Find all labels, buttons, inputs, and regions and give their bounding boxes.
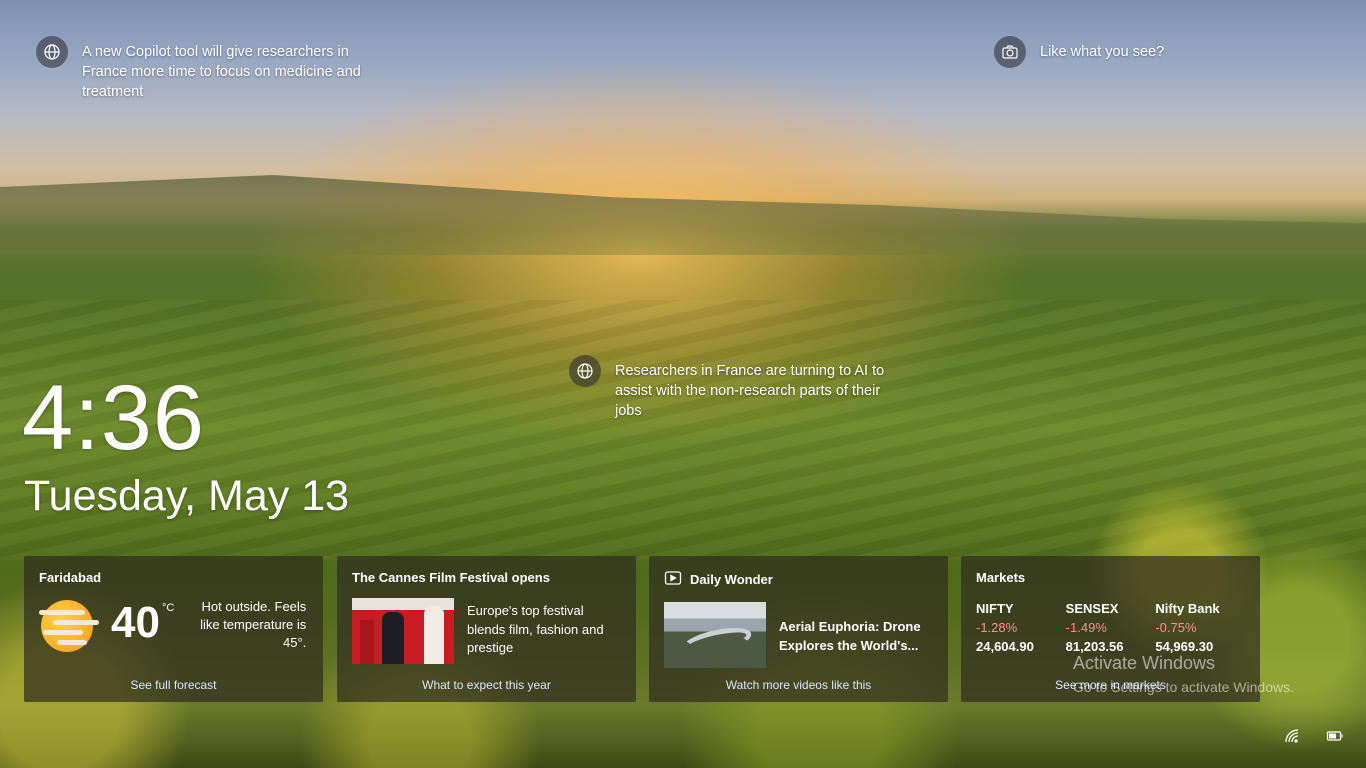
temperature-unit: °C [161, 602, 175, 614]
spotlight-top-left[interactable]: A new Copilot tool will give researchers… [36, 36, 372, 102]
news-summary: Europe's top festival blends film, fashi… [467, 603, 604, 655]
news-card[interactable]: The Cannes Film Festival opens Europe's … [337, 556, 636, 702]
daily-wonder-title: Daily Wonder [690, 572, 773, 587]
market-name: SENSEX [1065, 601, 1119, 616]
markets-card[interactable]: Markets NIFTY -1.28% 24,604.90 SENSEX -1… [961, 556, 1260, 702]
camera-icon [994, 36, 1026, 68]
globe-icon [36, 36, 68, 68]
temperature-value: 40 [111, 598, 160, 647]
watch-more-videos-link[interactable]: Watch more videos like this [649, 678, 948, 692]
weather-card[interactable]: Faridabad 40 °C Hot outside. Feels like … [24, 556, 323, 702]
wonder-thumbnail [664, 602, 766, 668]
battery-icon[interactable] [1326, 728, 1344, 744]
market-name: NIFTY [976, 601, 1014, 616]
video-icon [664, 570, 682, 590]
market-change: -0.75% [1155, 620, 1197, 635]
market-item-sensex: SENSEX -1.49% 81,203.56 [1066, 599, 1156, 656]
see-full-forecast-link[interactable]: See full forecast [24, 678, 323, 692]
like-what-you-see-text: Like what you see? [1040, 44, 1165, 60]
see-more-in-markets-link[interactable]: See more in markets [961, 678, 1260, 692]
daily-wonder-header: Daily Wonder [664, 570, 933, 590]
market-name: Nifty Bank [1155, 601, 1220, 616]
hazy-sun-icon [39, 600, 99, 652]
lock-screen-date: Tuesday, May 13 [24, 472, 350, 520]
globe-icon [569, 355, 601, 387]
spotlight-text: A new Copilot tool will give researchers… [82, 44, 361, 100]
wifi-icon[interactable] [1284, 728, 1302, 744]
lock-screen-time: 4:36 [22, 367, 206, 469]
news-thumbnail [352, 598, 454, 664]
wonder-headline: Aerial Euphoria: Drone Explores the Worl… [779, 619, 921, 653]
spotlight-center[interactable]: Researchers in France are turning to AI … [569, 355, 900, 421]
spotlight-top-right[interactable]: Like what you see? [994, 36, 1164, 68]
background-hills [0, 175, 1366, 255]
market-value: 81,203.56 [1065, 639, 1124, 654]
weather-description: Hot outside. Feels like temperature is 4… [200, 599, 307, 650]
market-value: 54,969.30 [1155, 639, 1214, 654]
spotlight-text: Researchers in France are turning to AI … [615, 363, 885, 419]
news-title: The Cannes Film Festival opens [352, 570, 550, 585]
market-item-nifty-bank: Nifty Bank -0.75% 54,969.30 [1155, 599, 1245, 656]
what-to-expect-link[interactable]: What to expect this year [337, 678, 636, 692]
market-item-nifty: NIFTY -1.28% 24,604.90 [976, 599, 1066, 656]
market-change: -1.49% [1065, 620, 1107, 635]
market-change: -1.28% [976, 620, 1018, 635]
weather-location: Faridabad [39, 570, 102, 585]
market-value: 24,604.90 [976, 639, 1034, 654]
daily-wonder-card[interactable]: Daily Wonder Aerial Euphoria: Drone Expl… [649, 556, 948, 702]
markets-title: Markets [976, 570, 1026, 585]
